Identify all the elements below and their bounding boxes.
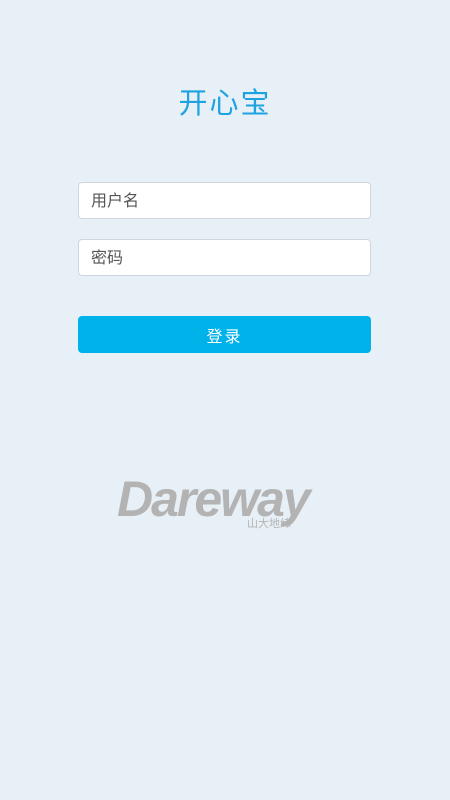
login-screen: 开心宝 登录 Dareway 山大地纬 — [0, 0, 450, 800]
username-input[interactable] — [78, 182, 371, 219]
logo-sub-text: 山大地纬 — [247, 516, 291, 530]
password-input[interactable] — [78, 239, 371, 276]
dareway-logo: Dareway 山大地纬 — [117, 471, 315, 530]
login-button[interactable]: 登录 — [78, 316, 371, 353]
app-title: 开心宝 — [178, 86, 272, 120]
